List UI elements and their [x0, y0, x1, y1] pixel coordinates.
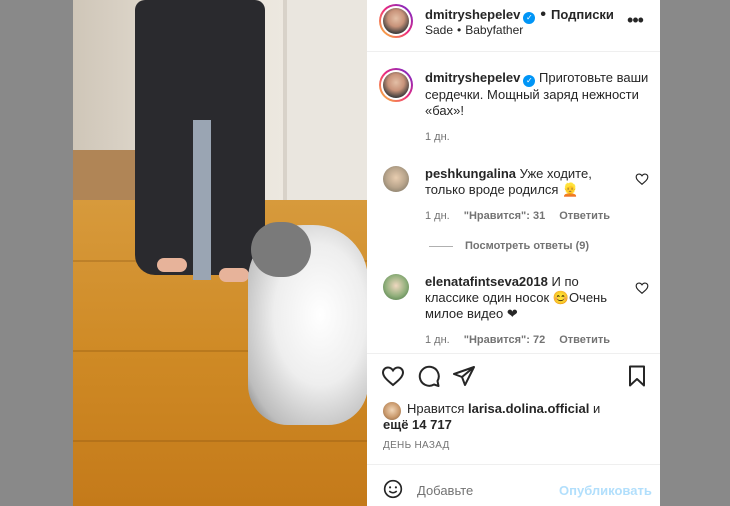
video-child [193, 120, 211, 280]
comment-icon[interactable] [417, 364, 441, 388]
likes-count[interactable]: ещё 14 717 [383, 417, 452, 432]
reply-button[interactable]: Ответить [559, 210, 610, 222]
header-user-line: dmitryshepelev ✓ • Подписки [425, 6, 614, 24]
comment-time[interactable]: 1 дн. [425, 334, 450, 346]
caption-username[interactable]: dmitryshepelev [425, 70, 520, 85]
publish-button[interactable]: Опубликовать [559, 483, 652, 498]
comment-item: peshkungalina Уже ходите, только вроде р… [425, 166, 635, 198]
comment-like-heart-icon[interactable] [635, 172, 649, 186]
caption-author-avatar[interactable] [379, 68, 413, 102]
emoji-icon[interactable] [383, 479, 403, 499]
like-heart-icon[interactable] [381, 364, 405, 388]
comment-input[interactable]: Добавьте [417, 483, 473, 498]
likes-prefix: Нравится [407, 401, 465, 416]
post-caption: dmitryshepelev ✓ Приготовьте ваши сердечк… [425, 70, 650, 119]
modal-backdrop-right[interactable] [660, 0, 730, 506]
video-dog-head [251, 222, 311, 277]
add-comment-bar: Добавьте Опубликовать [367, 464, 660, 506]
audio-track[interactable]: Babyfather [465, 23, 523, 37]
comment-meta: 1 дн. "Нравится": 31 Ответить [425, 210, 610, 222]
view-replies-button[interactable]: Посмотреть ответы (9) [429, 240, 589, 252]
comment-username[interactable]: peshkungalina [425, 166, 516, 181]
liker-username[interactable]: larisa.dolina.official [468, 401, 589, 416]
video-foot [157, 258, 187, 272]
author-avatar[interactable] [379, 4, 413, 38]
separator-dot: • [540, 6, 546, 23]
more-options-icon[interactable]: ••• [625, 10, 645, 30]
comment-avatar[interactable] [383, 274, 409, 300]
post-date[interactable]: ДЕНЬ НАЗАД [383, 440, 450, 451]
floor-plank [73, 440, 367, 442]
audio-artist[interactable]: Sade [425, 23, 453, 37]
post-header: dmitryshepelev ✓ • Подписки Sade • Babyfather… [367, 0, 660, 52]
separator-dot: • [457, 23, 462, 37]
author-username[interactable]: dmitryshepelev [425, 7, 520, 22]
comment-likes-count[interactable]: "Нравится": 72 [464, 334, 545, 346]
comment-username[interactable]: elenatafintseva2018 [425, 274, 548, 289]
verified-icon: ✓ [523, 75, 536, 87]
likes-and: и [593, 401, 601, 416]
audio-info[interactable]: Sade • Babyfather [425, 23, 523, 37]
replies-line [429, 245, 453, 247]
comment-avatar[interactable] [383, 166, 409, 192]
comment-meta: 1 дн. "Нравится": 72 Ответить [425, 334, 610, 346]
view-replies-label[interactable]: Посмотреть ответы (9) [465, 240, 589, 252]
video-foot [219, 268, 249, 282]
comment-item: elenatafintseva2018 И по классике один н… [425, 274, 635, 322]
comment-like-heart-icon[interactable] [635, 281, 649, 295]
following-button[interactable]: Подписки [551, 7, 614, 22]
verified-icon: ✓ [523, 12, 536, 24]
caption-time[interactable]: 1 дн. [425, 131, 450, 143]
share-send-icon[interactable] [452, 364, 476, 388]
likes-summary[interactable]: Нравится larisa.dolina.official и ещё 14… [383, 401, 643, 433]
post-video[interactable] [73, 0, 367, 506]
post-details-panel: dmitryshepelev ✓ • Подписки Sade • Babyfather… [367, 0, 660, 506]
save-bookmark-icon[interactable] [625, 364, 649, 388]
comment-likes-count[interactable]: "Нравится": 31 [464, 210, 545, 222]
reply-button[interactable]: Ответить [559, 334, 610, 346]
actions-divider [367, 353, 660, 354]
comment-time[interactable]: 1 дн. [425, 210, 450, 222]
